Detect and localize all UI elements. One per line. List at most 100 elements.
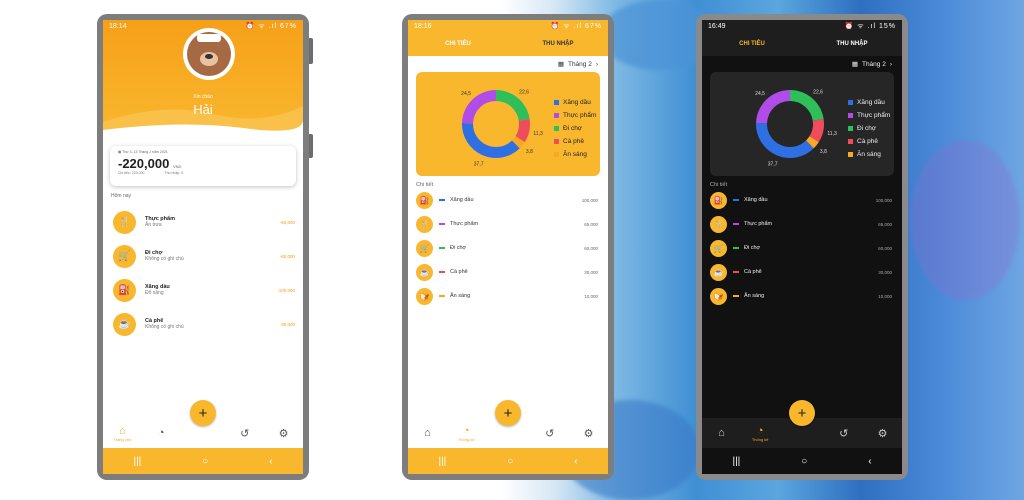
nav-history[interactable]: ↺	[832, 427, 856, 440]
nav-stats[interactable]: ◔	[149, 427, 173, 439]
recents-icon[interactable]: |||	[732, 456, 740, 467]
recents-icon[interactable]: |||	[438, 456, 446, 467]
detail-row[interactable]: ⛽ Xăng dầu 100,000	[702, 188, 902, 212]
month-selector[interactable]: ▦ Tháng 2 ›	[408, 56, 608, 72]
add-transaction-button[interactable]: +	[495, 400, 521, 426]
detail-row[interactable]: ⛽ Xăng dầu 100,000	[408, 188, 608, 212]
category-name: Xăng dầu	[744, 197, 768, 203]
phone-home-screen: 18:14 ⏰ ᯤ .ıl 67% Xin chào Hải ▦ Thứ 3, 1…	[97, 14, 313, 480]
fuel-icon: ⛽	[113, 278, 136, 302]
home-circle-icon[interactable]: ○	[507, 456, 513, 467]
category-value: 10,000	[878, 293, 892, 299]
transaction-amount: -60,000	[279, 253, 295, 259]
donut-slice-0	[756, 122, 814, 159]
breakfast-icon: 🍞	[416, 287, 433, 305]
status-bar: 16:49 ⏰ ᯤ .ıl 15%	[708, 22, 896, 30]
nav-settings[interactable]: ⚙	[577, 427, 601, 440]
balance-card[interactable]: ▦ Thứ 3, 13 Tháng 2 năm 2021 -220,000 VN…	[110, 146, 296, 186]
tab-income[interactable]: THU NHẬP	[508, 41, 608, 47]
chevron-right-icon: ›	[889, 60, 892, 68]
back-icon[interactable]: ‹	[574, 456, 577, 467]
today-label: Hôm nay	[111, 193, 132, 199]
avatar[interactable]	[183, 28, 235, 80]
calendar-icon: ▦	[118, 150, 122, 154]
nav-home[interactable]: ⌂	[709, 427, 733, 439]
basket-icon: 🛒	[113, 244, 136, 268]
fuel-icon: ⛽	[416, 191, 433, 209]
tab-income[interactable]: THU NHẬP	[802, 41, 902, 47]
detail-row[interactable]: 🍴 Thực phẩm 65,000	[702, 212, 902, 236]
slice-label: 22,6	[813, 89, 823, 95]
category-color-bar	[439, 295, 445, 297]
basket-icon: 🛒	[416, 239, 433, 257]
tab-bar: CHI TIÊU THU NHẬP	[702, 32, 902, 56]
detail-row[interactable]: 🛒 Đi chợ 60,000	[408, 236, 608, 260]
home-circle-icon[interactable]: ○	[801, 456, 807, 467]
legend-item: Thực phẩm	[848, 109, 890, 122]
balance-amount: -220,000 VND	[118, 156, 182, 171]
pie-chart-icon: ◔	[157, 427, 165, 439]
detail-label: Chi tiết	[710, 182, 728, 188]
back-icon[interactable]: ‹	[269, 456, 272, 467]
nav-stats[interactable]: ◔ Thống kê	[748, 425, 772, 442]
nav-settings[interactable]: ⚙	[871, 427, 895, 440]
nav-home[interactable]: ⌂ Trang chủ	[110, 425, 134, 442]
legend-swatch	[848, 139, 853, 144]
slice-label: 3,8	[526, 149, 533, 155]
legend-swatch	[554, 100, 559, 105]
history-icon: ↺	[839, 427, 849, 440]
slice-label: 22,6	[519, 89, 529, 95]
nav-stats[interactable]: ◔ Thống kê	[454, 425, 478, 442]
transaction-row[interactable]: ☕ Cà phê Không có ghi chú -30,000	[113, 310, 295, 338]
transaction-row[interactable]: 🛒 Đi chợ Không có ghi chú -60,000	[113, 242, 295, 270]
category-name: Đi chợ	[450, 245, 467, 251]
basket-icon: 🛒	[710, 239, 727, 257]
detail-row[interactable]: 🛒 Đi chợ 60,000	[702, 236, 902, 260]
detail-label: Chi tiết	[416, 182, 434, 188]
system-nav-bar: ||| ○ ‹	[702, 448, 902, 474]
phone-stats-light: 18:16 ⏰ ᯤ .ıl 67% CHI TIÊU THU NHẬP ▦ Thán…	[402, 14, 614, 480]
spent-total: Chi tiêu: 220,000	[118, 171, 145, 175]
legend-swatch	[554, 139, 559, 144]
legend-swatch	[848, 126, 853, 131]
nav-history[interactable]: ↺	[233, 427, 257, 440]
nav-history[interactable]: ↺	[538, 427, 562, 440]
legend-item: Xăng dầu	[848, 96, 890, 109]
back-icon[interactable]: ‹	[868, 456, 871, 467]
add-transaction-button[interactable]: +	[190, 400, 216, 426]
detail-row[interactable]: ☕ Cà phê 30,000	[702, 260, 902, 284]
legend-item: Thực phẩm	[554, 109, 596, 122]
month-selector[interactable]: ▦ Tháng 2 ›	[702, 56, 902, 72]
detail-row[interactable]: 🍞 Ăn sáng 10,000	[702, 284, 902, 308]
tab-expense[interactable]: CHI TIÊU	[408, 41, 508, 47]
detail-row[interactable]: 🍞 Ăn sáng 10,000	[408, 284, 608, 308]
home-circle-icon[interactable]: ○	[202, 456, 208, 467]
category-value: 30,000	[584, 269, 598, 275]
legend-item: Cà phê	[848, 135, 890, 148]
add-transaction-button[interactable]: +	[789, 400, 815, 426]
detail-row[interactable]: 🍴 Thực phẩm 65,000	[408, 212, 608, 236]
category-color-bar	[439, 271, 445, 273]
recents-icon[interactable]: |||	[133, 456, 141, 467]
category-value: 10,000	[584, 293, 598, 299]
legend-swatch	[554, 126, 559, 131]
history-icon: ↺	[240, 427, 250, 440]
transaction-row[interactable]: 🍴 Thực phẩm Ăn trưa -50,000	[113, 208, 295, 236]
breakfast-icon: 🍞	[710, 287, 727, 305]
nav-settings[interactable]: ⚙	[272, 427, 296, 440]
legend-item: Ăn sáng	[554, 148, 596, 161]
system-nav-bar: ||| ○ ‹	[103, 448, 303, 474]
coffee-icon: ☕	[710, 263, 727, 281]
category-name: Thực phẩm	[744, 221, 773, 227]
slice-label: 3,8	[820, 149, 827, 155]
category-name: Ăn sáng	[450, 293, 471, 299]
status-bar: 18:16 ⏰ ᯤ .ıl 67%	[414, 22, 602, 30]
detail-row[interactable]: ☕ Cà phê 30,000	[408, 260, 608, 284]
transaction-note: Đổ xăng	[145, 290, 164, 296]
tab-expense[interactable]: CHI TIÊU	[702, 41, 802, 47]
nav-home[interactable]: ⌂	[415, 427, 439, 439]
bear-avatar-icon	[187, 32, 231, 76]
category-value: 60,000	[584, 245, 598, 251]
food-icon: 🍴	[113, 210, 136, 234]
transaction-row[interactable]: ⛽ Xăng dầu Đổ xăng -100,000	[113, 276, 295, 304]
